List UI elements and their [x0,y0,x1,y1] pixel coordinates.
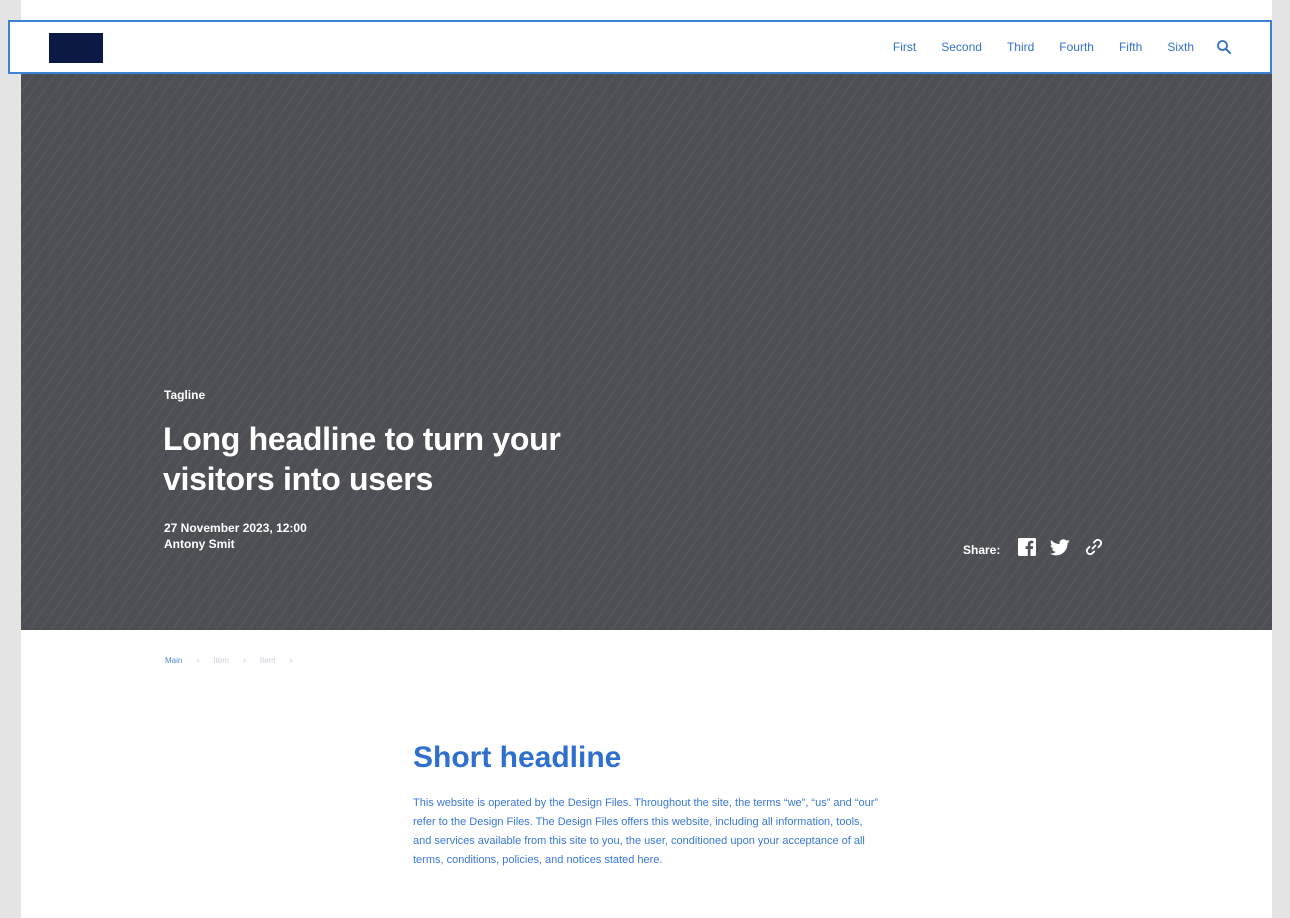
breadcrumb-item[interactable]: Item [213,656,229,665]
nav-item-fifth[interactable]: Fifth [1119,40,1142,54]
article-meta: 27 November 2023, 12:00 Antony Smit [164,520,307,552]
twitter-icon[interactable] [1050,538,1070,561]
section-title: Short headline [413,741,622,774]
nav-item-sixth[interactable]: Sixth [1167,40,1194,54]
link-icon[interactable] [1084,537,1104,562]
hero-banner: Tagline Long headline to turn your visit… [21,74,1272,630]
article-author[interactable]: Antony Smit [164,536,307,552]
breadcrumb: Main › Item › Item › [165,655,306,665]
share-bar: Share: [963,537,1118,562]
hero-tagline: Tagline [164,388,206,402]
nav-item-second[interactable]: Second [941,40,982,54]
article-content: Short headline This website is operated … [413,738,883,870]
header-inner: First Second Third Fourth Fifth Sixth [26,22,1270,72]
main-nav: First Second Third Fourth Fifth Sixth [868,22,1232,72]
article-date: 27 November 2023, 12:00 [164,521,307,535]
nav-item-fourth[interactable]: Fourth [1059,40,1094,54]
facebook-icon[interactable] [1018,538,1037,561]
hero-title: Long headline to turn your visitors into… [163,421,561,497]
nav-item-first[interactable]: First [893,40,916,54]
site-header: First Second Third Fourth Fifth Sixth [8,20,1272,74]
chevron-right-icon: › [242,655,246,665]
search-icon[interactable] [1216,39,1232,55]
breadcrumb-item-main[interactable]: Main [165,656,182,665]
section-body: This website is operated by the Design F… [413,797,879,866]
breadcrumb-item[interactable]: Item [260,656,276,665]
chevron-right-icon: › [196,655,200,665]
chevron-right-icon: › [289,655,293,665]
site-logo[interactable] [49,33,103,63]
share-label: Share: [963,542,1001,557]
nav-item-third[interactable]: Third [1007,40,1034,54]
